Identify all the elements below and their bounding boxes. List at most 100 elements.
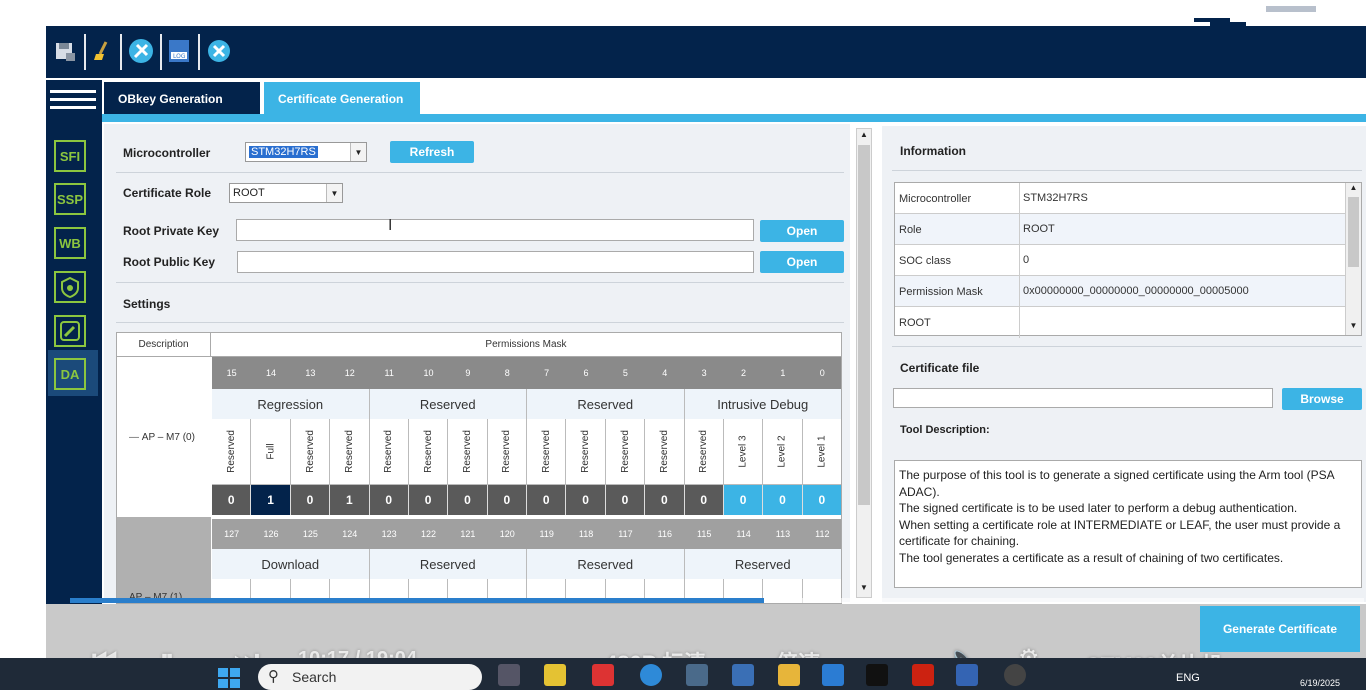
- group-header: Reserved: [527, 549, 685, 579]
- scroll-down-icon[interactable]: ▼: [1346, 321, 1361, 330]
- sidebar-item-edit[interactable]: [54, 315, 86, 347]
- bit-name-label: Reserved: [658, 430, 670, 473]
- tab-obkey-generation[interactable]: OBkey Generation: [104, 82, 260, 116]
- app-icon[interactable]: [686, 664, 708, 686]
- bit-value-toggle[interactable]: 1: [330, 485, 370, 515]
- bit-name: Reserved: [527, 419, 567, 485]
- tool-description-text: The purpose of this tool is to generate …: [894, 460, 1362, 588]
- bit-number: 15: [212, 357, 252, 389]
- divider: [116, 322, 844, 323]
- sidebar-item-da[interactable]: DA: [54, 358, 86, 390]
- close-icon[interactable]: [204, 36, 234, 66]
- bit-value-toggle[interactable]: 0: [527, 485, 567, 515]
- root-private-key-input[interactable]: [236, 219, 754, 241]
- bit-value-toggle[interactable]: 0: [487, 485, 527, 515]
- main-scrollbar[interactable]: ▲ ▼: [856, 128, 872, 598]
- tab-certificate-generation[interactable]: Certificate Generation: [264, 82, 420, 116]
- generate-certificate-button[interactable]: Generate Certificate: [1200, 606, 1360, 652]
- sidebar-item-sfi[interactable]: SFI: [54, 140, 86, 172]
- sidebar-item-ssp[interactable]: SSP: [54, 183, 86, 215]
- open-public-key-button[interactable]: Open: [760, 251, 844, 273]
- bit-number: 6: [566, 357, 606, 389]
- refresh-button[interactable]: Refresh: [390, 141, 474, 163]
- bit-value-toggle[interactable]: 0: [290, 485, 331, 515]
- scrollbar-thumb[interactable]: [858, 145, 870, 505]
- browse-button[interactable]: Browse: [1282, 388, 1362, 410]
- certificate-file-label: Certificate file: [900, 361, 980, 375]
- app-icon[interactable]: [592, 664, 614, 686]
- bit-number: 121: [448, 519, 488, 549]
- bit-number: 126: [251, 519, 291, 549]
- tab-bar: OBkey Generation Certificate Generation: [102, 80, 1366, 116]
- app-icon[interactable]: [732, 664, 754, 686]
- bit-name: Level 1: [802, 419, 841, 485]
- bit-name: Level 2: [763, 419, 803, 485]
- chevron-down-icon: ▼: [350, 143, 366, 161]
- bit-value-toggle[interactable]: 0: [408, 485, 449, 515]
- certificate-role-select[interactable]: ROOT ▼: [229, 183, 343, 203]
- bit-number: 8: [487, 357, 527, 389]
- edge-icon[interactable]: [640, 664, 662, 686]
- bit-name: Reserved: [408, 419, 449, 485]
- certificate-file-input[interactable]: [893, 388, 1273, 408]
- open-private-key-button[interactable]: Open: [760, 220, 844, 242]
- bit-value-toggle[interactable]: 0: [802, 485, 841, 515]
- bit-value-toggle[interactable]: 0: [212, 485, 252, 515]
- scroll-up-icon[interactable]: ▲: [1346, 183, 1361, 192]
- hamburger-menu-icon[interactable]: [50, 90, 96, 116]
- bit-name: Reserved: [290, 419, 331, 485]
- file-explorer-icon[interactable]: [778, 664, 800, 686]
- toolbar-separator: [120, 34, 122, 70]
- acrobat-icon[interactable]: [912, 664, 934, 686]
- bit-value-toggle[interactable]: 0: [566, 485, 606, 515]
- log-icon[interactable]: LOG: [164, 36, 194, 66]
- bit-name-label: Reserved: [225, 430, 237, 473]
- scroll-up-icon[interactable]: ▲: [858, 130, 870, 142]
- app-icon[interactable]: [956, 664, 978, 686]
- description-header: Description: [117, 333, 211, 357]
- info-row: Permission Mask 0x00000000_00000000_00000…: [895, 276, 1345, 307]
- bit-name-label: Level 2: [776, 435, 788, 468]
- bit-name: Level 3: [723, 419, 764, 485]
- bit-value-toggle[interactable]: 0: [448, 485, 488, 515]
- bit-value-toggle[interactable]: 0: [605, 485, 646, 515]
- app-icon[interactable]: [544, 664, 566, 686]
- bit-name-label: Reserved: [540, 430, 552, 473]
- bit-value-toggle[interactable]: 0: [369, 485, 409, 515]
- windows-start-icon[interactable]: [218, 668, 240, 688]
- bit-name-label: Reserved: [501, 430, 513, 473]
- clean-icon[interactable]: [88, 36, 118, 66]
- microcontroller-label: Microcontroller: [123, 146, 211, 160]
- bit-name-label: Reserved: [580, 430, 592, 473]
- info-row: SOC class 0: [895, 245, 1345, 276]
- settings-icon[interactable]: [126, 36, 156, 66]
- video-progress-bar[interactable]: [70, 598, 764, 603]
- app-icon[interactable]: [1004, 664, 1026, 686]
- app-icon[interactable]: [866, 664, 888, 686]
- save-icon[interactable]: [50, 36, 80, 66]
- main-toolbar: LOG: [46, 26, 1366, 78]
- bit-value-toggle[interactable]: 0: [723, 485, 764, 515]
- info-scrollbar[interactable]: ▲ ▼: [1345, 183, 1361, 335]
- sidebar-item-security[interactable]: [54, 271, 86, 303]
- bit-number: 127: [212, 519, 252, 549]
- sidebar-item-wb[interactable]: WB: [54, 227, 86, 259]
- task-view-icon[interactable]: [498, 664, 520, 686]
- bit-number: 1: [763, 357, 803, 389]
- svg-text:LOG: LOG: [173, 53, 186, 60]
- microcontroller-select[interactable]: STM32H7RS ▼: [245, 142, 367, 162]
- root-public-key-input[interactable]: [237, 251, 754, 273]
- taskbar-search-input[interactable]: ⚲ Search: [258, 664, 482, 690]
- bit-value-toggle[interactable]: 0: [645, 485, 685, 515]
- bit-name: Reserved: [369, 419, 409, 485]
- bit-name: Reserved: [330, 419, 370, 485]
- bit-value-toggle[interactable]: 1: [251, 485, 291, 515]
- language-indicator[interactable]: ENG: [1176, 672, 1200, 684]
- bit-number: 9: [448, 357, 488, 389]
- bit-value-toggle[interactable]: 0: [763, 485, 803, 515]
- outlook-icon[interactable]: [822, 664, 844, 686]
- bit-value-toggle[interactable]: 0: [684, 485, 724, 515]
- shield-icon: [61, 276, 79, 298]
- scrollbar-thumb[interactable]: [1348, 197, 1359, 267]
- scroll-down-icon[interactable]: ▼: [858, 583, 870, 595]
